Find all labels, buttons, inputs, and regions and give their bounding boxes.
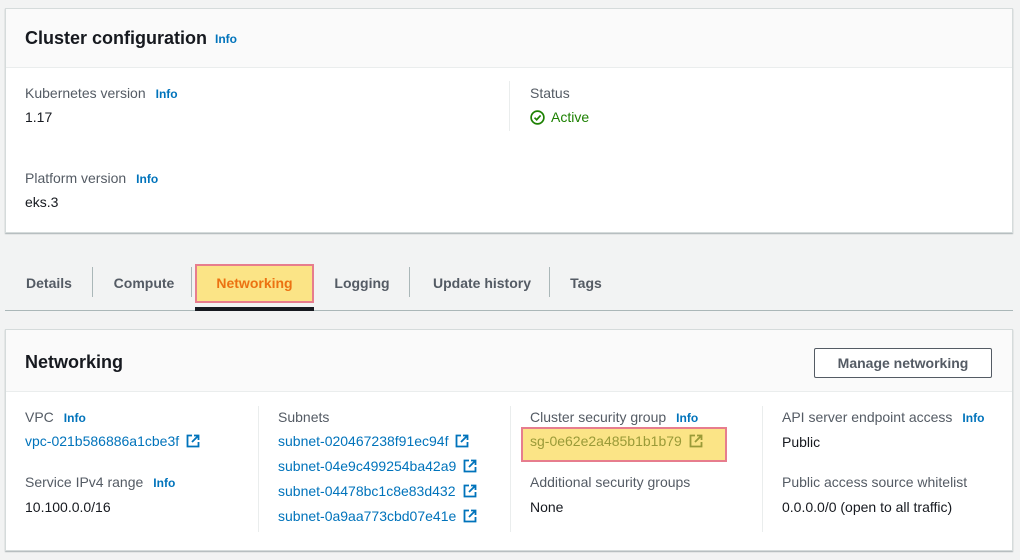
subnets-label: Subnets: [278, 409, 330, 425]
manage-networking-button[interactable]: Manage networking: [814, 348, 992, 378]
tab-compute[interactable]: Compute: [98, 255, 190, 310]
cluster-security-group-info-link[interactable]: Info: [676, 411, 698, 425]
tab-separator: [409, 267, 410, 297]
public-access-whitelist-value: 0.0.0.0/0 (open to all traffic): [782, 499, 953, 515]
additional-security-groups-value: None: [530, 499, 564, 515]
kubernetes-version-value: 1.17: [25, 109, 53, 125]
networking-header: Networking Manage networking: [6, 330, 1012, 392]
vpc-link[interactable]: vpc-021b586886a1cbe3f: [25, 433, 200, 449]
subnet-link[interactable]: subnet-0a9aa773cbd07e41e: [278, 508, 477, 524]
api-endpoint-access-value: Public: [782, 434, 821, 450]
external-link-icon: [186, 434, 200, 448]
external-link-icon: [463, 459, 477, 473]
tab-separator: [549, 267, 550, 297]
api-endpoint-access-info-link[interactable]: Info: [962, 411, 984, 425]
external-link-icon: [456, 434, 469, 448]
networking-panel: Networking Manage networking VPC Info vpc…: [5, 329, 1013, 551]
cluster-configuration-title: Cluster configuration Info: [25, 28, 238, 48]
subnet-link[interactable]: subnet-020467238f91ec94f: [278, 433, 469, 449]
platform-version-label: Platform version Info: [25, 170, 159, 186]
networking-title: Networking: [25, 352, 124, 372]
tab-networking[interactable]: Networking: [195, 255, 314, 311]
column-divider: [762, 406, 763, 532]
column-divider: [258, 406, 259, 532]
cluster-tabs: Details Compute Networking Logging Updat…: [5, 255, 1013, 311]
cluster-security-group-label: Cluster security group Info: [530, 409, 699, 425]
subnet-link[interactable]: subnet-04e9c499254ba42a9: [278, 458, 477, 474]
service-ipv4-range-info-link[interactable]: Info: [153, 476, 175, 490]
kubernetes-version-info-link[interactable]: Info: [156, 87, 178, 101]
tab-details[interactable]: Details: [11, 255, 87, 310]
vpc-label: VPC Info: [25, 409, 86, 425]
subnet-link[interactable]: subnet-04478bc1c8e83d432: [278, 483, 477, 499]
tab-separator: [92, 267, 93, 297]
service-ipv4-range-value: 10.100.0.0/16: [25, 499, 111, 515]
platform-version-value: eks.3: [25, 194, 59, 210]
cluster-configuration-panel: Cluster configuration Info Kubernetes ver…: [5, 8, 1013, 233]
cluster-configuration-header: Cluster configuration Info: [6, 9, 1012, 68]
tab-logging[interactable]: Logging: [318, 255, 406, 310]
kubernetes-version-label: Kubernetes version Info: [25, 85, 178, 101]
api-endpoint-access-label: API server endpoint access Info: [782, 409, 985, 425]
column-divider: [509, 81, 510, 131]
external-link-icon: [689, 434, 703, 448]
vpc-info-link[interactable]: Info: [64, 411, 86, 425]
public-access-whitelist-label: Public access source whitelist: [782, 474, 968, 490]
tab-separator: [191, 267, 192, 297]
additional-security-groups-label: Additional security groups: [530, 474, 691, 490]
tab-update-history[interactable]: Update history: [412, 255, 552, 310]
status-value: Active: [530, 109, 589, 125]
external-link-icon: [463, 484, 476, 498]
service-ipv4-range-label: Service IPv4 range Info: [25, 474, 176, 490]
tab-tags[interactable]: Tags: [555, 255, 617, 310]
cluster-configuration-info-link[interactable]: Info: [215, 32, 237, 46]
external-link-icon: [463, 509, 477, 523]
cluster-security-group-link[interactable]: sg-0e62e2a485b1b1b79: [530, 433, 703, 449]
status-label: Status: [530, 85, 570, 101]
platform-version-info-link[interactable]: Info: [136, 172, 158, 186]
column-divider: [510, 406, 511, 532]
check-circle-icon: [530, 109, 545, 125]
